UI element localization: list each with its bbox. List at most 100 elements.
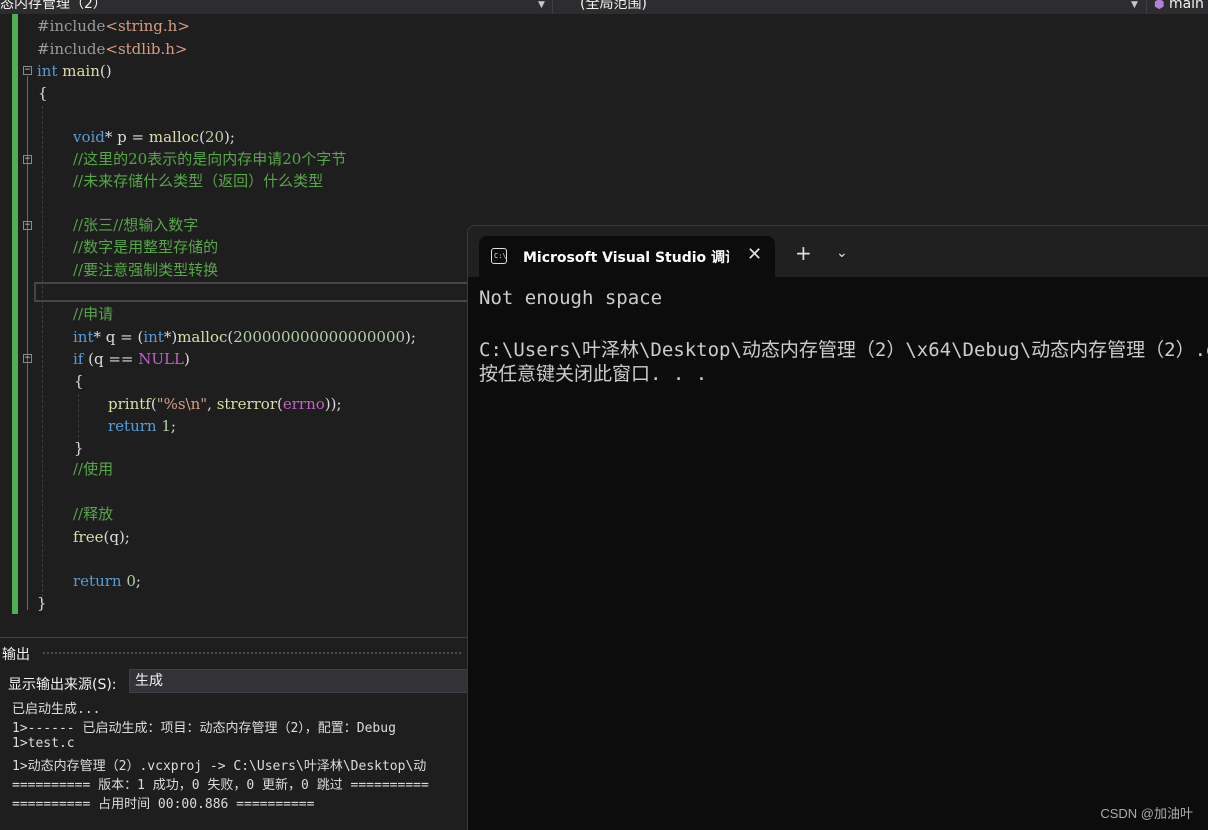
- string-literal: "%s\n": [156, 395, 208, 413]
- console-titlebar: C:\ Microsoft Visual Studio 调试控制台 ✕ + ⌄: [468, 226, 1208, 277]
- macro: errno: [282, 395, 325, 413]
- change-tracking-bar: [12, 14, 18, 614]
- console-line: 按任意键关闭此窗口. . .: [479, 363, 708, 385]
- code-line: #include<stdlib.h>: [37, 38, 187, 60]
- terminal-icon-text: C:\: [494, 252, 507, 260]
- cube-icon: ⬢: [1154, 0, 1165, 11]
- code-line: void* p = malloc(20);: [73, 126, 235, 148]
- code-line: printf("%s\n", strerror(errno));: [108, 393, 342, 415]
- output-panel-title: 输出: [2, 647, 30, 663]
- keyword: return: [108, 417, 157, 435]
- number-literal: 200000000000000000: [233, 328, 406, 346]
- preprocessor-directive: #include: [37, 40, 106, 58]
- code-line: {: [74, 370, 84, 392]
- terminal-icon: C:\: [491, 248, 507, 264]
- output-panel: 输出 显示输出来源(S): 生成 已启动生成... 1>------ 已启动生成…: [0, 637, 470, 830]
- number-literal: 0: [126, 572, 136, 590]
- keyword: if: [73, 350, 84, 368]
- code-line: }: [74, 437, 84, 459]
- code-text: ,: [207, 395, 217, 413]
- console-tab[interactable]: C:\ Microsoft Visual Studio 调试控制台 ✕: [479, 236, 775, 277]
- function-name: free: [73, 528, 104, 546]
- comment-line: //张三//想输入数字: [73, 216, 199, 234]
- close-icon[interactable]: ✕: [747, 244, 762, 265]
- collapse-icon[interactable]: −: [23, 66, 32, 75]
- function-name: malloc: [148, 128, 200, 146]
- code-text: ));: [324, 395, 342, 413]
- number-literal: 20: [204, 128, 225, 146]
- console-output[interactable]: Not enough space C:\Users\叶泽林\Desktop\动态…: [468, 277, 1208, 830]
- comment-line: //释放: [73, 505, 114, 523]
- code-text: ): [183, 350, 190, 368]
- brace: {: [74, 372, 84, 390]
- output-line: 已启动生成...: [12, 702, 101, 717]
- chevron-down-icon[interactable]: ▼: [1131, 0, 1138, 10]
- separator: [552, 0, 553, 14]
- scope-dropdown[interactable]: (全局范围): [580, 0, 647, 13]
- code-text: *): [163, 328, 178, 346]
- keyword: void: [73, 128, 105, 146]
- code-text: (q);: [103, 528, 130, 546]
- comment-line: //未来存储什么类型（返回）什么类型: [73, 172, 324, 190]
- output-line: ========== 版本：1 成功，0 失败，0 更新，0 跳过 ======…: [12, 778, 429, 793]
- brace: {: [38, 84, 48, 102]
- code-text: * q = (: [93, 328, 144, 346]
- function-name: printf: [108, 395, 151, 413]
- collapse-icon[interactable]: −: [23, 155, 32, 164]
- project-dropdown-label: 态内存管理（2）: [0, 0, 107, 12]
- console-line: Not enough space: [479, 287, 663, 309]
- comment-line: //这里的20表示的是向内存申请20个字节: [73, 150, 347, 168]
- output-source-select[interactable]: 生成: [129, 669, 470, 693]
- code-line: {: [38, 82, 48, 104]
- code-line: #include<string.h>: [37, 15, 190, 37]
- code-line: }: [37, 592, 47, 614]
- collapse-icon[interactable]: −: [23, 221, 32, 230]
- scope-dropdown-label: (全局范围): [580, 0, 647, 12]
- output-line: 1>------ 已启动生成：项目：动态内存管理（2），配置：Debug: [12, 721, 396, 736]
- indent-guide: [42, 106, 43, 602]
- panel-drag-grip[interactable]: [42, 651, 462, 655]
- code-text: (q ==: [83, 350, 139, 368]
- code-text: ;: [170, 417, 176, 435]
- code-line: return 1;: [108, 415, 176, 437]
- console-tab-title: Microsoft Visual Studio 调试控制台: [523, 250, 729, 266]
- function-dropdown[interactable]: ⬢ main: [1154, 0, 1204, 13]
- separator: [1146, 0, 1147, 14]
- comment-line: //要注意强制类型转换: [73, 261, 219, 279]
- output-line: ========== 占用时间 00:00.886 ==========: [12, 797, 315, 812]
- include-header: <stdlib.h>: [105, 40, 188, 58]
- function-name: main: [57, 62, 100, 80]
- function-dropdown-label: main: [1168, 0, 1204, 12]
- preprocessor-directive: #include: [37, 17, 106, 35]
- code-text: );: [224, 128, 235, 146]
- function-name: malloc: [177, 328, 228, 346]
- macro: NULL: [138, 350, 184, 368]
- fold-line: [27, 364, 28, 460]
- debug-console-window[interactable]: C:\ Microsoft Visual Studio 调试控制台 ✕ + ⌄ …: [467, 225, 1208, 830]
- comment-line: //数字是用整型存储的: [73, 238, 219, 256]
- output-source-value: 生成: [135, 673, 163, 689]
- code-line: int* q = (int*)malloc(200000000000000000…: [73, 326, 416, 348]
- new-tab-button[interactable]: +: [795, 243, 812, 263]
- keyword: int: [73, 328, 94, 346]
- keyword: int: [37, 62, 58, 80]
- code-text: ;: [135, 572, 141, 590]
- include-header: <string.h>: [105, 17, 190, 35]
- watermark: CSDN @加油叶: [1100, 806, 1193, 821]
- code-line: free(q);: [73, 526, 130, 548]
- function-name: strerror: [216, 395, 278, 413]
- comment-line: //申请: [73, 305, 114, 323]
- chevron-down-icon[interactable]: ⌄: [836, 243, 848, 263]
- code-text: * p =: [104, 128, 149, 146]
- collapse-icon[interactable]: −: [23, 354, 32, 363]
- current-line-highlight: [34, 282, 474, 302]
- number-literal: 1: [161, 417, 171, 435]
- chevron-down-icon[interactable]: ▼: [538, 0, 545, 10]
- comment-line: //使用: [73, 460, 114, 478]
- output-line: 1>动态内存管理（2）.vcxproj -> C:\Users\叶泽林\Desk…: [12, 759, 427, 774]
- console-line: C:\Users\叶泽林\Desktop\动态内存管理（2）\x64\Debug…: [479, 339, 1208, 361]
- code-text: );: [405, 328, 416, 346]
- code-line: int main(): [37, 60, 112, 82]
- brace: }: [74, 439, 84, 457]
- project-dropdown[interactable]: 态内存管理（2）: [0, 0, 107, 13]
